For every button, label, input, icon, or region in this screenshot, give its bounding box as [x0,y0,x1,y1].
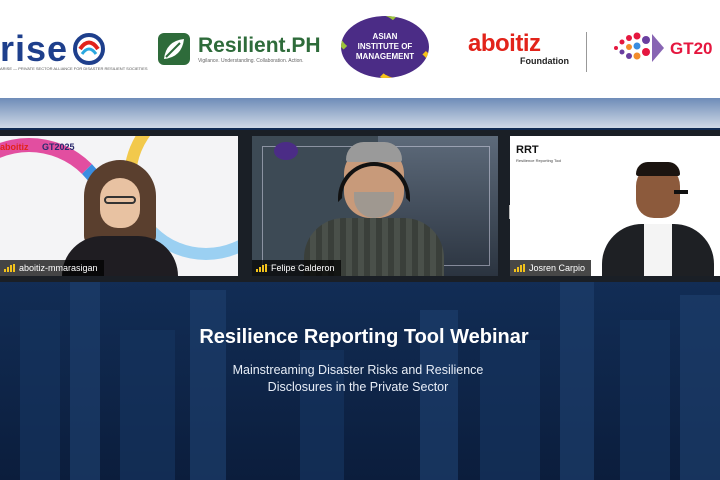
arise-wordmark: rise [0,28,69,69]
aboitiz-foundation-label: Foundation [520,56,569,66]
sky-background [0,98,720,128]
participant-name: Josren Carpio [529,263,586,273]
resilient-ph-tagline: Vigilance. Understanding. Collaboration.… [198,58,304,64]
dots-icon [614,32,664,62]
participant-name: Felipe Calderon [271,263,335,273]
gt20-logo: GT20 [610,18,713,80]
rrt-wordmark: RRT [516,144,539,156]
aim-badge-icon [274,142,298,160]
signal-strength-icon [256,264,267,272]
participant-name-tag: Felipe Calderon [252,260,341,276]
arise-swirl-icon [73,33,106,65]
video-tile[interactable]: aboitiz GT2025 aboitiz-mmarasigan [0,136,238,276]
leaf-icon [158,33,190,65]
aim-logo: ASIAN INSTITUTE OF MANAGEMENT [341,16,429,78]
video-tile[interactable]: RRT Resilience Reporting Tool Josren Car… [510,136,720,276]
sponsor-logo-bar: rise ARISE — PRIVATE SECTOR ALLIANCE FOR… [0,0,720,98]
overlay-logos: RRT [516,144,539,156]
webinar-subtitle-line2: Disclosures in the Private Sector [267,380,449,394]
signal-strength-icon [4,264,15,272]
participant-name-tag: Josren Carpio [510,260,592,276]
participant-name-tag: aboitiz-mmarasigan [0,260,104,276]
gt20-wordmark: GT20 [670,39,713,58]
arise-logo: rise ARISE — PRIVATE SECTOR ALLIANCE FOR… [0,18,148,80]
participant-name: aboitiz-mmarasigan [19,263,98,273]
resilient-ph-logo: Resilient.PH Vigilance. Understanding. C… [156,18,321,80]
aim-badge: ASIAN INSTITUTE OF MANAGEMENT [341,16,429,78]
aim-wordmark: ASIAN INSTITUTE OF MANAGEMENT [355,32,415,61]
webinar-title: Resilience Reporting Tool Webinar [199,326,529,348]
resilient-ph-wordmark: Resilient.PH [198,34,321,57]
logo-divider [586,32,587,72]
overlay-brand: aboitiz [0,142,29,152]
signal-strength-icon [514,264,525,272]
video-tile[interactable]: Felipe Calderon [252,136,498,276]
aboitiz-foundation-logo: aboitiz Foundation [468,18,569,80]
headset-mic-icon [674,190,688,194]
rrt-subtitle: Resilience Reporting Tool [516,158,562,163]
overlay-event: GT2025 [42,142,75,152]
webinar-subtitle-line1: Mainstreaming Disaster Risks and Resilie… [232,363,484,377]
aboitiz-wordmark: aboitiz [468,30,541,57]
arise-tagline: ARISE — PRIVATE SECTOR ALLIANCE FOR DISA… [0,66,148,71]
